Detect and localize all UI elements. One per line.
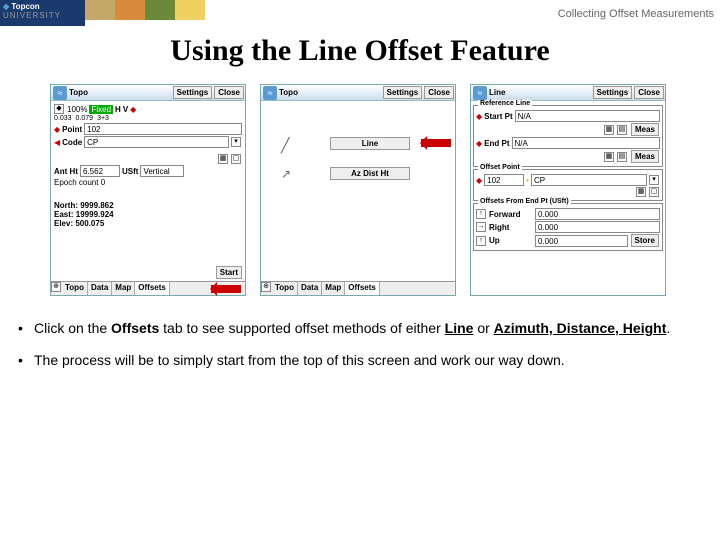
layers-icon[interactable]: ▦ [636, 187, 646, 197]
close-button[interactable]: Close [424, 86, 454, 99]
view-icon[interactable]: ⊕ [51, 282, 61, 292]
tab-topo[interactable]: Topo [272, 282, 298, 295]
dropdown-icon[interactable]: ▾ [649, 175, 659, 185]
app-icon [53, 86, 67, 100]
tab-offsets[interactable]: Offsets [135, 282, 170, 295]
right-icon: → [476, 222, 486, 232]
line-glyph-icon: ╱ [281, 137, 289, 154]
gps-icon: ◆ [54, 104, 64, 114]
tab-map[interactable]: Map [322, 282, 345, 295]
offsets-group: Offsets From End Pt (USft) ↑Forward0.000… [473, 203, 663, 251]
bullet-list: • Click on the Offsets tab to see suppor… [18, 320, 702, 384]
bullet-1: • Click on the Offsets tab to see suppor… [18, 320, 702, 336]
fwd-icon: ↑ [476, 209, 486, 219]
up-icon: ↑ [476, 236, 486, 246]
layers-icon[interactable]: ▦ [218, 154, 228, 164]
vertical-select[interactable]: Vertical [140, 165, 184, 177]
app-icon [263, 86, 277, 100]
fwd-field[interactable]: 0.000 [535, 208, 660, 220]
tab-data[interactable]: Data [88, 282, 112, 295]
view-icon[interactable]: ⊕ [261, 282, 271, 292]
meas-button[interactable]: Meas [631, 123, 659, 136]
color-strip [85, 0, 235, 20]
code-field[interactable]: CP [84, 136, 229, 148]
start-button[interactable]: Start [216, 266, 242, 279]
close-button[interactable]: Close [214, 86, 244, 99]
map-icon[interactable]: ▦ [604, 125, 614, 135]
arrow-indicator-icon [211, 285, 241, 293]
endpt-field[interactable]: N/A [512, 137, 661, 149]
list-icon[interactable]: ▾ [231, 137, 241, 147]
app-icon [473, 86, 487, 100]
tab-data[interactable]: Data [298, 282, 322, 295]
line-option[interactable]: Line [330, 137, 410, 150]
window-title: Topo [69, 88, 172, 97]
page-title: Using the Line Offset Feature [0, 34, 720, 68]
list-icon[interactable]: ▤ [617, 152, 627, 162]
map-icon[interactable]: ▦ [604, 152, 614, 162]
settings-button[interactable]: Settings [383, 86, 423, 99]
bullet-2: • The process will be to simply start fr… [18, 352, 702, 368]
azdistht-option[interactable]: Az Dist Ht [330, 167, 410, 180]
meas-button[interactable]: Meas [631, 150, 659, 163]
close-button[interactable]: Close [634, 86, 664, 99]
screenshot-1: Topo Settings Close ◆ 100% Fixed H V ◆ 0… [50, 84, 246, 296]
list-icon[interactable]: ▤ [617, 125, 627, 135]
settings-button[interactable]: Settings [173, 86, 213, 99]
offset-pt-field[interactable]: 102 [484, 174, 524, 186]
tab-offsets[interactable]: Offsets [345, 282, 380, 295]
camera-icon[interactable]: ▢ [649, 187, 659, 197]
point-field[interactable]: 102 [84, 123, 242, 135]
camera-icon[interactable]: ▢ [231, 154, 241, 164]
breadcrumb: Collecting Offset Measurements [558, 8, 714, 20]
settings-button[interactable]: Settings [593, 86, 633, 99]
tab-map[interactable]: Map [112, 282, 135, 295]
screenshot-2: Topo Settings Close ╱ Line ↗ Az Dist Ht … [260, 84, 456, 296]
antht-field[interactable]: 6.562 [80, 165, 120, 177]
reference-line-group: Reference Line ◆Start Pt N/A ▦ ▤ Meas ◆E… [473, 105, 663, 167]
offset-point-group: Offset Point ◆ 102 • CP ▾ ▦ ▢ [473, 169, 663, 201]
store-button[interactable]: Store [631, 234, 659, 247]
arrow-indicator-icon [421, 139, 451, 147]
up-field[interactable]: 0.000 [535, 235, 628, 247]
right-field[interactable]: 0.000 [535, 221, 660, 233]
az-glyph-icon: ↗ [281, 167, 291, 181]
tab-topo[interactable]: Topo [62, 282, 88, 295]
screenshot-3: Line Settings Close Reference Line ◆Star… [470, 84, 666, 296]
offset-code-field[interactable]: CP [531, 174, 647, 186]
startpt-field[interactable]: N/A [515, 110, 660, 122]
logo: ◆ Topcon UNIVERSITY [0, 0, 85, 26]
